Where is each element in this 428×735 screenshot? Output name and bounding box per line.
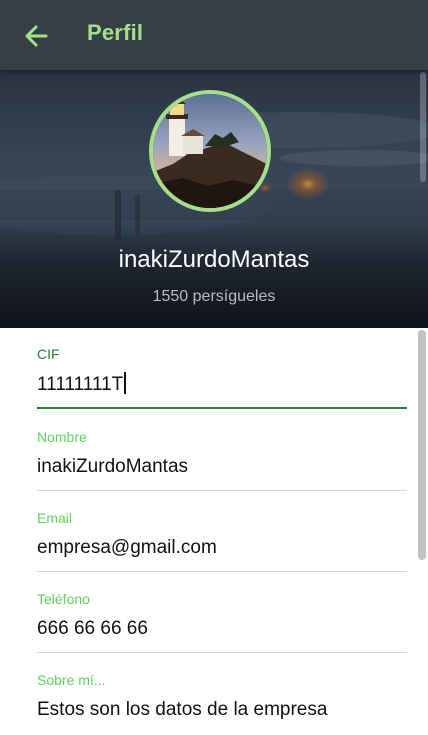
sobre-mi-input[interactable]: Estos son los datos de la empresa <box>37 698 407 722</box>
back-button[interactable] <box>22 22 52 50</box>
cif-input[interactable]: 11111111T <box>37 372 407 397</box>
avatar-image <box>153 94 267 208</box>
email-field[interactable]: Email empresa@gmail.com <box>37 510 407 572</box>
telefono-underline <box>37 652 407 653</box>
followers-count: 1550 persígueles <box>152 288 276 305</box>
page-scrollbar[interactable] <box>418 330 426 560</box>
profile-username: inakiZurdoMantas <box>118 246 310 273</box>
email-input[interactable]: empresa@gmail.com <box>37 536 407 560</box>
telefono-label: Teléfono <box>37 591 90 607</box>
page-title: Perfil <box>87 20 144 45</box>
nombre-field[interactable]: Nombre inakiZurdoMantas <box>37 429 407 491</box>
cif-field[interactable]: CIF 11111111T <box>37 346 407 409</box>
text-caret <box>124 372 126 394</box>
email-underline <box>37 571 407 572</box>
sobre-mi-label: Sobre mí... <box>37 672 106 688</box>
app-bar: Perfil <box>0 0 428 70</box>
profile-header: inakiZurdoMantas 1550 persígueles <box>0 70 428 328</box>
telefono-field[interactable]: Teléfono 666 66 66 66 <box>37 591 407 653</box>
nombre-input[interactable]: inakiZurdoMantas <box>37 455 407 479</box>
sobre-mi-field[interactable]: Sobre mí... Estos son los datos de la em… <box>37 672 407 722</box>
arrow-left-icon <box>25 25 48 47</box>
cif-label: CIF <box>37 346 60 362</box>
nombre-label: Nombre <box>37 429 87 445</box>
header-scrollbar[interactable] <box>420 72 426 182</box>
avatar[interactable] <box>149 90 271 212</box>
nombre-underline <box>37 490 407 491</box>
profile-form: CIF 11111111T Nombre inakiZurdoMantas Em… <box>0 328 428 735</box>
cif-value: 11111111T <box>37 374 124 395</box>
telefono-input[interactable]: 666 66 66 66 <box>37 617 407 641</box>
cif-underline <box>37 407 407 409</box>
email-label: Email <box>37 510 73 526</box>
